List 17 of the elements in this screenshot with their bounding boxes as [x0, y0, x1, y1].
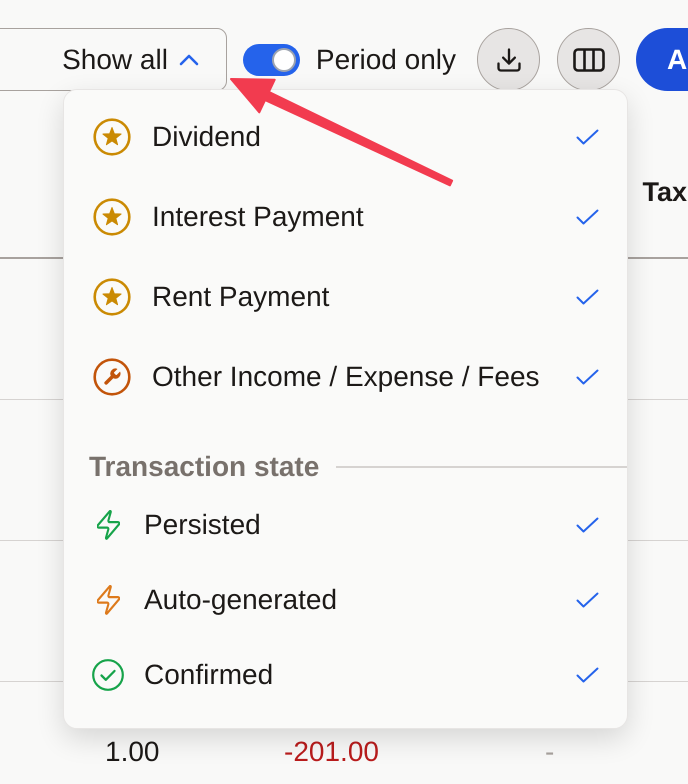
toggle-switch[interactable]	[242, 44, 300, 76]
primary-button[interactable]: A	[636, 28, 688, 91]
menu-item[interactable]: Dividend	[92, 116, 261, 158]
menu-item[interactable]: Interest Payment	[92, 196, 364, 238]
menu-item[interactable]: Confirmed	[92, 654, 274, 696]
menu-item[interactable]: Other Income / Expense / Fees	[92, 356, 540, 398]
toggle-label: Period only	[316, 42, 456, 77]
table-cell: -	[545, 736, 554, 767]
columns-icon	[572, 48, 604, 72]
table-cell: 1.00	[105, 736, 160, 767]
section-header: Transaction state	[89, 450, 320, 484]
column-header: Tax	[642, 176, 687, 210]
download-icon	[494, 46, 522, 74]
table-cell: -201.00	[284, 736, 379, 767]
menu-item[interactable]: Persisted	[92, 504, 261, 546]
menu-item[interactable]: Rent Payment	[92, 276, 330, 318]
menu-item[interactable]: Auto-generated	[92, 578, 338, 620]
